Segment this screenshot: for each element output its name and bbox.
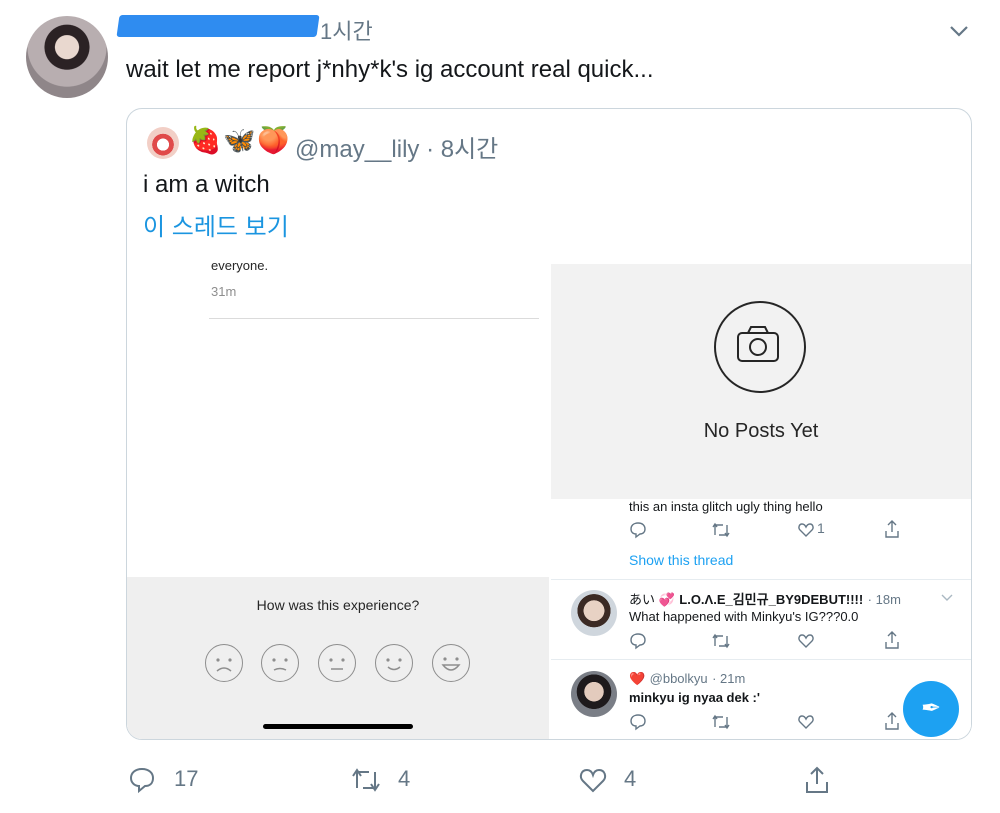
like-icon[interactable]	[797, 632, 815, 650]
neutral-face-icon[interactable]	[318, 644, 356, 682]
user-avatar[interactable]	[26, 16, 108, 98]
happy-face-icon[interactable]	[375, 644, 413, 682]
reply-header: あい 💞 L.O.Λ.E_김민규_BY9DEBUT!!!! · 18m	[629, 589, 901, 609]
snippet-time: 31m	[211, 284, 237, 299]
twitter-replies-area: this an insta glitch ugly thing hello 1 …	[551, 499, 971, 739]
reply-icon[interactable]	[128, 766, 156, 794]
strawberry-emoji: 🍓	[189, 125, 222, 155]
reply-avatar[interactable]	[571, 671, 617, 717]
tweet-text: wait let me report j*nhy*k's ig account …	[126, 56, 654, 83]
embedded-screenshot: everyone. 31m No Posts Yet How was this …	[127, 254, 971, 739]
quoted-tweet-card[interactable]: 🍓 🦋 🍑 @may__lily · 8시간 i am a witch 이 스레…	[126, 108, 972, 740]
reply-icon[interactable]	[629, 521, 647, 539]
show-thread-link[interactable]: Show this thread	[629, 552, 733, 568]
compose-tweet-button[interactable]: ✒	[903, 681, 959, 737]
chevron-down-icon[interactable]	[941, 593, 953, 603]
reply-icon[interactable]	[629, 713, 647, 731]
retweet-icon[interactable]	[711, 632, 731, 650]
quoted-text: i am a witch	[143, 171, 270, 198]
share-icon[interactable]	[803, 764, 831, 796]
like-count: 1	[817, 520, 825, 536]
retweet-count: 4	[398, 766, 411, 791]
butterfly-emoji: 🦋	[223, 125, 256, 155]
reply-count: 17	[174, 766, 199, 791]
reply-header: ❤️ @bbolkyu · 21m	[629, 670, 745, 688]
like-icon[interactable]	[578, 766, 608, 794]
reply-text: What happened with Minkyu's IG???0.0	[629, 609, 859, 624]
reply-name[interactable]: L.O.Λ.E_김민규_BY9DEBUT!!!!	[679, 592, 863, 607]
like-icon[interactable]	[797, 713, 815, 731]
reply-text: minkyu ig nyaa dek :'	[629, 690, 760, 705]
share-icon[interactable]	[883, 711, 901, 731]
reply-name-prefix: あい 💞	[629, 592, 675, 607]
retweet-icon[interactable]	[711, 521, 731, 539]
snippet-text: everyone.	[211, 258, 269, 273]
home-indicator	[263, 724, 413, 729]
very-sad-face-icon[interactable]	[205, 644, 243, 682]
quoted-avatar	[147, 127, 179, 159]
reply-avatar[interactable]	[571, 590, 617, 636]
reply-name[interactable]: @bbolkyu	[650, 671, 708, 686]
retweet-icon[interactable]	[711, 713, 731, 731]
no-posts-panel: No Posts Yet	[551, 264, 971, 499]
divider	[551, 659, 971, 660]
reply-name-prefix: ❤️	[629, 671, 646, 686]
no-posts-label: No Posts Yet	[703, 420, 819, 442]
divider	[551, 579, 971, 580]
reply-time: · 21m	[712, 671, 746, 686]
retweet-icon[interactable]	[350, 766, 382, 794]
like-icon[interactable]	[797, 521, 815, 539]
peach-emoji: 🍑	[257, 125, 290, 155]
glitch-tweet-text: this an insta glitch ugly thing hello	[629, 499, 823, 514]
rating-panel: How was this experience?	[127, 577, 549, 739]
quoted-handle-time: @may__lily · 8시간	[295, 136, 499, 163]
share-icon[interactable]	[883, 630, 901, 650]
divider	[209, 318, 539, 319]
share-icon[interactable]	[883, 519, 901, 539]
rating-question: How was this experience?	[256, 597, 420, 613]
redacted-username	[116, 15, 320, 37]
very-happy-face-icon[interactable]	[432, 644, 470, 682]
camera-icon	[714, 301, 806, 393]
sad-face-icon[interactable]	[261, 644, 299, 682]
tweet-time: 1시간	[320, 19, 373, 44]
reply-icon[interactable]	[629, 632, 647, 650]
like-count: 4	[624, 766, 637, 791]
view-thread-link[interactable]: 이 스레드 보기	[143, 207, 289, 242]
reply-time: · 18m	[867, 592, 901, 607]
chevron-down-icon[interactable]	[948, 20, 970, 42]
